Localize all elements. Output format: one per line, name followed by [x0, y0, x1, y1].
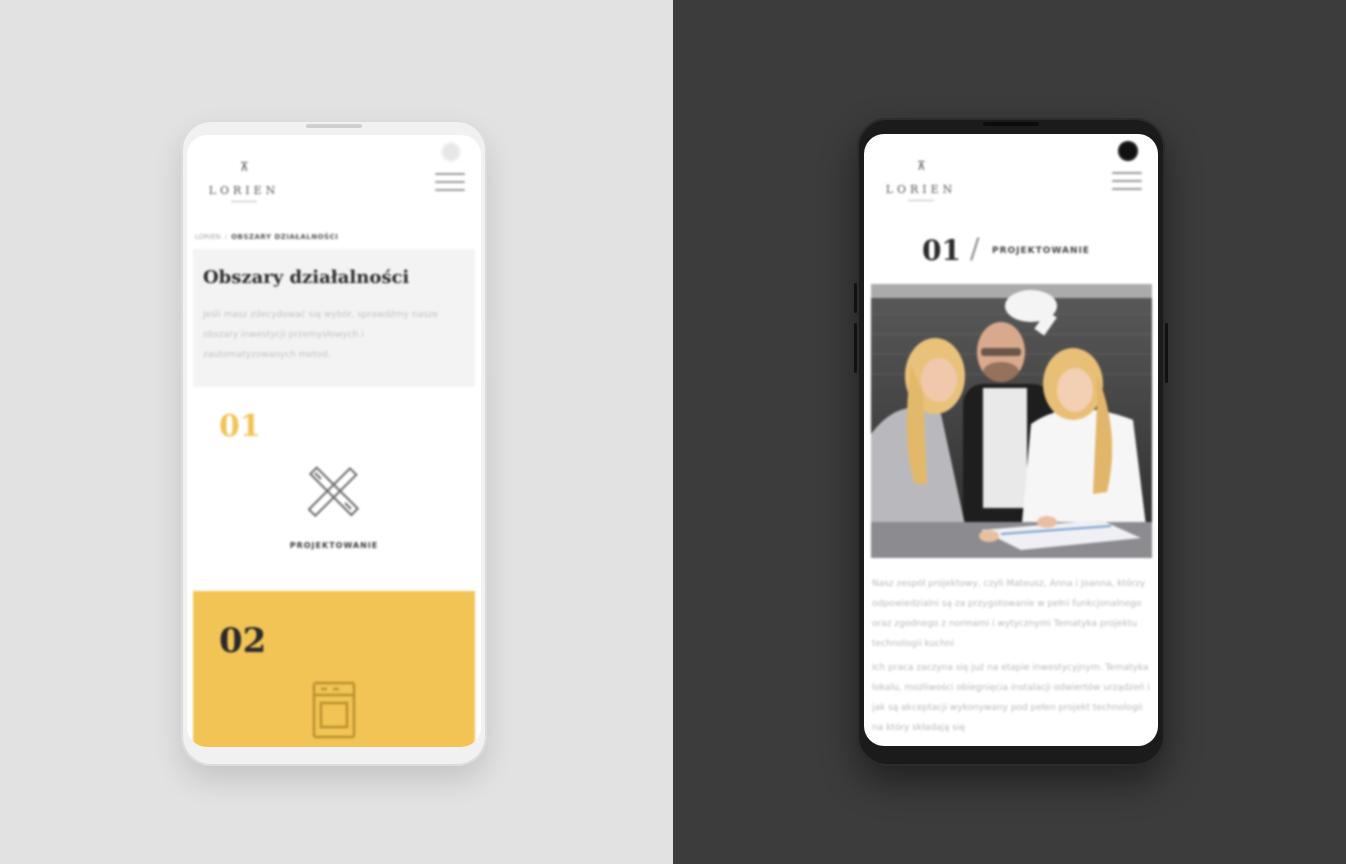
lamp-logo-icon: ⊼ — [240, 160, 249, 174]
site-logo[interactable]: ⊼ LORIEN — [199, 161, 289, 202]
hamburger-menu-icon[interactable] — [435, 173, 465, 195]
photo-illustration — [871, 284, 1152, 558]
body-paragraph: Ich praca zaczyna się już na etapie inwe… — [872, 663, 1150, 733]
breadcrumb-separator: / — [224, 233, 228, 241]
phone-speaker — [983, 122, 1039, 126]
intro-text: Jeśli masz zdecydować się wybór, sprawdź… — [203, 310, 438, 360]
logo-divider — [231, 201, 257, 202]
pencil-ruler-icon — [307, 466, 360, 518]
power-button — [1165, 323, 1168, 383]
stove-icon — [312, 681, 356, 739]
card-number: 01 — [219, 409, 261, 444]
screen-content: ⊼ LORIEN LORIEN / OBSZARY DZIAŁALNOŚCI Obs… — [187, 135, 481, 747]
volume-button — [178, 320, 181, 370]
volume-button — [854, 283, 857, 313]
card-number: 02 — [219, 621, 267, 661]
front-camera-icon — [441, 142, 461, 162]
lamp-logo-icon: ⊼ — [917, 159, 926, 173]
section-slash: / — [970, 232, 980, 265]
team-meeting-photo — [871, 284, 1152, 558]
power-button — [487, 320, 490, 380]
breadcrumb-current: OBSZARY DZIAŁALNOŚCI — [231, 233, 339, 241]
intro-section: Obszary działalności Jeśli masz zdecydow… — [193, 249, 475, 387]
section-heading: 01 / PROJEKTOWANIE — [864, 232, 1158, 268]
black-phone-mockup: ⊼ LORIEN 01 / PROJEKTOWANIE Nasz zespół … — [854, 118, 1168, 766]
logo-text: LORIEN — [885, 183, 957, 196]
hamburger-menu-icon[interactable] — [1112, 172, 1142, 194]
area-card-02[interactable]: 02 — [193, 591, 475, 747]
phone-speaker — [306, 124, 362, 128]
logo-divider — [908, 200, 934, 201]
breadcrumb-home-link[interactable]: LORIEN — [195, 233, 221, 241]
volume-button — [854, 323, 857, 373]
area-card-projektowanie[interactable]: 01 PROJEKTOWANIE — [193, 387, 475, 587]
page-title: Obszary działalności — [203, 267, 410, 288]
logo-text: LORIEN — [208, 184, 280, 197]
site-logo[interactable]: ⊼ LORIEN — [876, 160, 966, 201]
card-label: PROJEKTOWANIE — [289, 541, 379, 550]
section-label: PROJEKTOWANIE — [992, 246, 1090, 256]
phone-screen: ⊼ LORIEN 01 / PROJEKTOWANIE Nasz zespół … — [864, 134, 1158, 746]
section-body: Nasz zespół projektowy, czyli Mateusz, A… — [872, 574, 1150, 742]
volume-button — [178, 280, 181, 310]
screen-content: ⊼ LORIEN 01 / PROJEKTOWANIE Nasz zespół … — [864, 134, 1158, 746]
section-number: 01 — [922, 234, 961, 267]
front-camera-icon — [1118, 141, 1138, 161]
body-paragraph: Nasz zespół projektowy, czyli Mateusz, A… — [872, 579, 1146, 649]
phone-screen: ⊼ LORIEN LORIEN / OBSZARY DZIAŁALNOŚCI Obs… — [187, 135, 481, 747]
white-phone-mockup: ⊼ LORIEN LORIEN / OBSZARY DZIAŁALNOŚCI Obs… — [178, 120, 490, 766]
breadcrumb: LORIEN / OBSZARY DZIAŁALNOŚCI — [195, 233, 338, 241]
